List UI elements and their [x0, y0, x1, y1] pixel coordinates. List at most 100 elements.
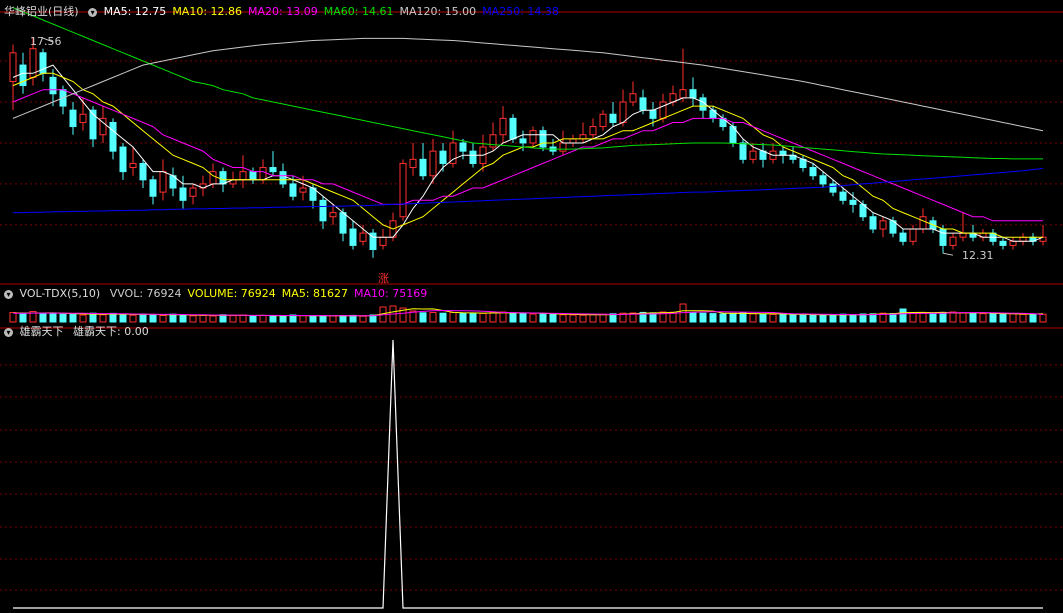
candle[interactable] [829, 183, 837, 193]
candle[interactable] [349, 228, 357, 246]
candle[interactable] [879, 220, 887, 230]
candle[interactable] [509, 117, 517, 140]
volume-bar[interactable] [889, 313, 897, 323]
candle[interactable] [579, 134, 587, 140]
volume-bar[interactable] [569, 314, 577, 323]
volume-bar[interactable] [149, 314, 157, 323]
volume-bar[interactable] [199, 314, 207, 323]
volume-bar[interactable] [979, 313, 987, 323]
candle[interactable] [439, 150, 447, 164]
volume-bar[interactable] [169, 313, 177, 323]
candle[interactable] [819, 175, 827, 185]
candle[interactable] [119, 146, 127, 173]
volume-bar[interactable] [739, 312, 747, 323]
candle[interactable] [379, 236, 387, 246]
volume-bar[interactable] [919, 312, 927, 323]
candle[interactable] [79, 113, 87, 123]
volume-bar[interactable] [49, 313, 57, 323]
volume-bar[interactable] [269, 315, 277, 323]
volume-bar[interactable] [349, 314, 357, 323]
candle[interactable] [909, 228, 917, 242]
candle[interactable] [299, 187, 307, 193]
volume-bar[interactable] [449, 311, 457, 323]
volume-bar[interactable] [769, 313, 777, 323]
volume-bar[interactable] [559, 314, 567, 323]
candle[interactable] [139, 162, 147, 181]
candle[interactable] [649, 109, 657, 119]
volume-bar[interactable] [689, 312, 697, 323]
candle[interactable] [939, 228, 947, 246]
candle[interactable] [619, 101, 627, 123]
candle[interactable] [449, 142, 457, 164]
candle[interactable] [809, 167, 817, 177]
volume-bar[interactable] [329, 315, 337, 323]
volume-bar[interactable] [509, 312, 517, 323]
volume-bar[interactable] [829, 314, 837, 323]
candle[interactable] [639, 97, 647, 111]
volume-bar[interactable] [319, 315, 327, 323]
volume-bar[interactable] [249, 315, 257, 323]
volume-bar[interactable] [69, 313, 77, 323]
volume-bar[interactable] [299, 315, 307, 323]
candle[interactable] [359, 232, 367, 242]
candle[interactable] [949, 236, 957, 246]
candle[interactable] [679, 89, 687, 99]
candle[interactable] [609, 113, 617, 123]
candle[interactable] [269, 167, 277, 173]
candle[interactable] [999, 240, 1007, 246]
candle[interactable] [419, 158, 427, 177]
volume-bar[interactable] [229, 315, 237, 323]
candle[interactable] [659, 101, 667, 119]
candle[interactable] [469, 150, 477, 164]
volume-bar[interactable] [309, 315, 317, 323]
candle[interactable] [839, 191, 847, 201]
volume-bar[interactable] [119, 314, 127, 323]
candle[interactable] [689, 89, 697, 99]
candle[interactable] [779, 150, 787, 156]
stock-chart[interactable]: 17.56 12.31 涨 [0, 0, 1063, 613]
volume-bar[interactable] [789, 314, 797, 323]
candle[interactable] [529, 130, 537, 144]
volume-bar[interactable] [799, 314, 807, 323]
candle[interactable] [319, 199, 327, 222]
candle[interactable] [1009, 240, 1017, 246]
volume-bar[interactable] [179, 314, 187, 323]
volume-bar[interactable] [719, 313, 727, 323]
volume-bar[interactable] [549, 313, 557, 323]
candle[interactable] [569, 138, 577, 144]
volume-bar[interactable] [1009, 313, 1017, 323]
volume-bar[interactable] [819, 314, 827, 323]
candle[interactable] [49, 76, 57, 95]
candle[interactable] [739, 142, 747, 160]
volume-bar[interactable] [969, 312, 977, 323]
collapse-icon[interactable]: ▾ [4, 327, 13, 337]
volume-bar[interactable] [289, 314, 297, 323]
candle[interactable] [429, 150, 437, 177]
volume-bar[interactable] [849, 314, 857, 323]
volume-bar[interactable] [239, 314, 247, 323]
volume-bar[interactable] [599, 313, 607, 323]
candle[interactable] [599, 113, 607, 128]
volume-bar[interactable] [39, 312, 47, 323]
volume-bar[interactable] [709, 313, 717, 323]
candle[interactable] [329, 212, 337, 218]
volume-bar[interactable] [859, 313, 867, 323]
candle[interactable] [499, 117, 507, 136]
candle[interactable] [219, 171, 227, 185]
candle[interactable] [159, 171, 167, 193]
volume-bar[interactable] [59, 313, 67, 323]
candle[interactable] [279, 171, 287, 185]
volume-bar[interactable] [429, 312, 437, 323]
volume-bar[interactable] [99, 314, 107, 323]
candle[interactable] [109, 121, 117, 152]
candle[interactable] [589, 126, 597, 136]
volume-bar[interactable] [109, 312, 117, 323]
candle[interactable] [249, 171, 257, 181]
volume-bar[interactable] [929, 313, 937, 323]
volume-bar[interactable] [989, 313, 997, 323]
volume-bar[interactable] [809, 314, 817, 323]
volume-bar[interactable] [779, 313, 787, 323]
volume-bar[interactable] [209, 315, 217, 323]
collapse-icon[interactable]: ▾ [88, 7, 98, 17]
volume-bar[interactable] [1029, 313, 1037, 323]
